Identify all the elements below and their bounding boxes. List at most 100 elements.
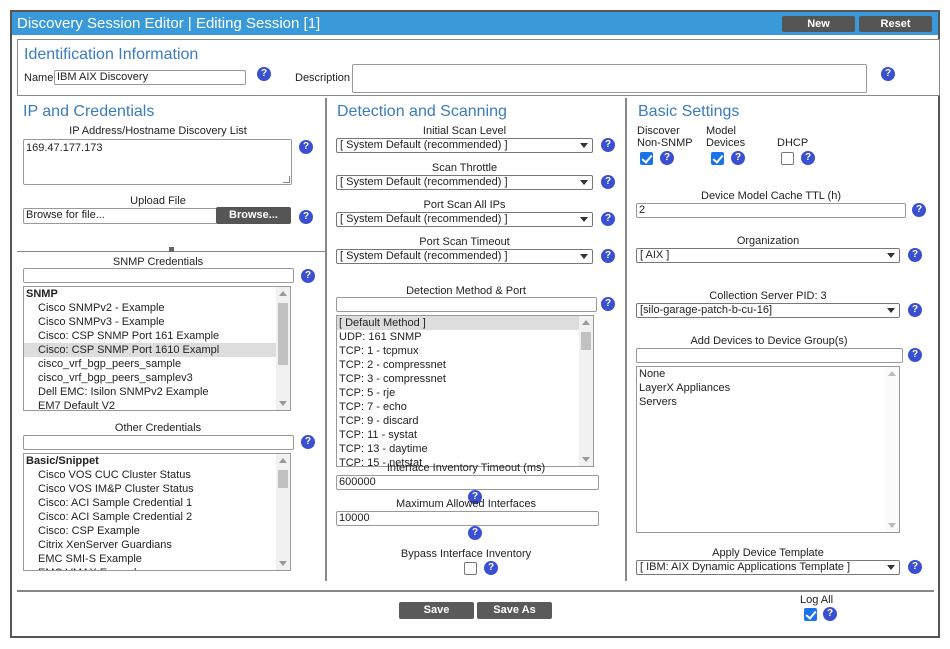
bypass-iface-checkbox[interactable] (464, 562, 477, 575)
max-iface-help-icon[interactable]: ? (468, 526, 482, 540)
collection-pid-select[interactable]: [silo-garage-patch-b-cu-16] (636, 303, 900, 318)
snmp-filter-input[interactable] (23, 268, 294, 283)
snmp-credentials-list[interactable]: SNMP Cisco SNMPv2 - Example Cisco SNMPv3 -… (23, 286, 291, 411)
list-item[interactable]: Cisco: CSP Example (24, 524, 290, 538)
scan-all-ips-help-icon[interactable]: ? (601, 212, 615, 226)
organization-help-icon[interactable]: ? (908, 248, 922, 262)
list-item[interactable]: Cisco VOS CUC Cluster Status (24, 468, 290, 482)
scroll-up-icon[interactable] (888, 371, 896, 376)
max-iface-input[interactable]: 10000 (336, 511, 599, 526)
reset-button[interactable]: Reset (859, 16, 932, 32)
list-item[interactable]: Cisco SNMPv2 - Example (24, 301, 290, 315)
description-label: Description (295, 72, 351, 84)
model-devices-checkbox[interactable] (711, 152, 724, 165)
discover-help-icon[interactable]: ? (660, 151, 674, 165)
description-help-icon[interactable]: ? (881, 67, 895, 81)
detection-method-list[interactable]: [ Default Method ] UDP: 161 SNMP TCP: 1 - … (336, 315, 594, 467)
detection-method-filter[interactable] (336, 297, 597, 312)
other-filter-input[interactable] (23, 435, 294, 450)
collection-pid-help-icon[interactable]: ? (908, 303, 922, 317)
log-all-help-icon[interactable]: ? (823, 607, 837, 621)
ip-list-input[interactable]: 169.47.177.173 (23, 139, 292, 185)
scroll-thumb[interactable] (278, 470, 288, 488)
list-item[interactable]: Cisco: CSP SNMP Port 1610 Exampl (24, 343, 290, 357)
name-input[interactable]: IBM AIX Discovery (54, 70, 246, 85)
list-item[interactable]: Citrix XenServer Guardians (24, 538, 290, 552)
splitter-handle[interactable] (169, 247, 174, 252)
dhcp-checkbox[interactable] (781, 152, 794, 165)
scan-timeout-help-icon[interactable]: ? (601, 249, 615, 263)
organization-select[interactable]: [ AIX ] (636, 248, 900, 263)
device-groups-filter[interactable] (636, 348, 903, 363)
snmp-scrollbar[interactable] (276, 287, 290, 410)
list-item[interactable]: cisco_vrf_bgp_peers_samplev3 (24, 371, 290, 385)
scroll-thumb[interactable] (278, 303, 288, 365)
list-item[interactable]: TCP: 11 - systat (337, 428, 593, 442)
list-item[interactable]: TCP: 5 - rje (337, 386, 593, 400)
browse-button[interactable]: Browse... (216, 207, 291, 224)
list-item[interactable]: Cisco: CSP SNMP Port 161 Example (24, 329, 290, 343)
list-item[interactable]: EMC VMAX Example (24, 566, 290, 570)
scroll-up-icon[interactable] (582, 320, 590, 325)
upload-help-icon[interactable]: ? (299, 210, 313, 224)
initial-scan-help-icon[interactable]: ? (601, 138, 615, 152)
dhcp-help-icon[interactable]: ? (801, 151, 815, 165)
new-button[interactable]: New (782, 16, 855, 32)
list-item[interactable]: TCP: 13 - daytime (337, 442, 593, 456)
scroll-down-icon[interactable] (279, 561, 287, 566)
device-groups-help-icon[interactable]: ? (908, 348, 922, 362)
list-item[interactable]: [ Default Method ] (337, 316, 593, 330)
other-scrollbar[interactable] (276, 454, 290, 570)
initial-scan-select[interactable]: [ System Default (recommended) ] (336, 138, 593, 153)
list-item[interactable]: Cisco SNMPv3 - Example (24, 315, 290, 329)
cache-ttl-help-icon[interactable]: ? (912, 203, 926, 217)
scroll-down-icon[interactable] (279, 401, 287, 406)
device-groups-list[interactable]: None LayerX Appliances Servers (636, 366, 900, 533)
list-item[interactable]: EM7 Default V2 (24, 399, 290, 410)
list-item[interactable]: TCP: 1 - tcpmux (337, 344, 593, 358)
list-item[interactable]: cisco_vrf_bgp_peers_sample (24, 357, 290, 371)
scroll-down-icon[interactable] (888, 523, 896, 528)
model-help-icon[interactable]: ? (731, 151, 745, 165)
list-item[interactable]: Dell EMC: Isilon SNMPv2 Example (24, 385, 290, 399)
detection-method-help-icon[interactable]: ? (601, 297, 615, 311)
list-item[interactable]: Servers (637, 395, 899, 409)
upload-file-input[interactable]: Browse for file... (23, 208, 217, 224)
resize-handle[interactable] (283, 176, 290, 183)
list-item[interactable]: None (637, 367, 899, 381)
scroll-thumb[interactable] (581, 332, 591, 350)
save-button[interactable]: Save (399, 602, 474, 619)
save-as-button[interactable]: Save As (477, 602, 552, 619)
description-input[interactable] (352, 64, 867, 93)
scan-timeout-select[interactable]: [ System Default (recommended) ] (336, 249, 593, 264)
list-item[interactable]: Cisco VOS IM&P Cluster Status (24, 482, 290, 496)
list-item[interactable]: TCP: 2 - compressnet (337, 358, 593, 372)
list-item[interactable]: TCP: 7 - echo (337, 400, 593, 414)
scan-throttle-select[interactable]: [ System Default (recommended) ] (336, 175, 593, 190)
snmp-help-icon[interactable]: ? (301, 269, 315, 283)
scroll-up-icon[interactable] (279, 291, 287, 296)
list-item[interactable]: Cisco: ACI Sample Credential 2 (24, 510, 290, 524)
iface-timeout-input[interactable]: 600000 (336, 475, 599, 490)
device-template-select[interactable]: [ IBM: AIX Dynamic Applications Template… (636, 560, 900, 575)
ip-list-help-icon[interactable]: ? (299, 140, 313, 154)
list-item[interactable]: UDP: 161 SNMP (337, 330, 593, 344)
scan-throttle-help-icon[interactable]: ? (601, 175, 615, 189)
discover-non-snmp-checkbox[interactable] (640, 152, 653, 165)
scroll-up-icon[interactable] (279, 458, 287, 463)
groups-scrollbar[interactable] (885, 367, 899, 532)
cache-ttl-input[interactable]: 2 (636, 203, 906, 218)
device-template-help-icon[interactable]: ? (908, 560, 922, 574)
other-help-icon[interactable]: ? (301, 435, 315, 449)
list-item[interactable]: TCP: 9 - discard (337, 414, 593, 428)
method-scrollbar[interactable] (579, 316, 593, 466)
other-credentials-list[interactable]: Basic/Snippet Cisco VOS CUC Cluster Statu… (23, 453, 291, 571)
list-item[interactable]: EMC SMI-S Example (24, 552, 290, 566)
list-item[interactable]: Cisco: ACI Sample Credential 1 (24, 496, 290, 510)
log-all-checkbox[interactable] (804, 608, 817, 621)
name-help-icon[interactable]: ? (257, 67, 271, 81)
list-item[interactable]: LayerX Appliances (637, 381, 899, 395)
list-item[interactable]: TCP: 3 - compressnet (337, 372, 593, 386)
bypass-iface-help-icon[interactable]: ? (484, 561, 498, 575)
scan-all-ips-select[interactable]: [ System Default (recommended) ] (336, 212, 593, 227)
